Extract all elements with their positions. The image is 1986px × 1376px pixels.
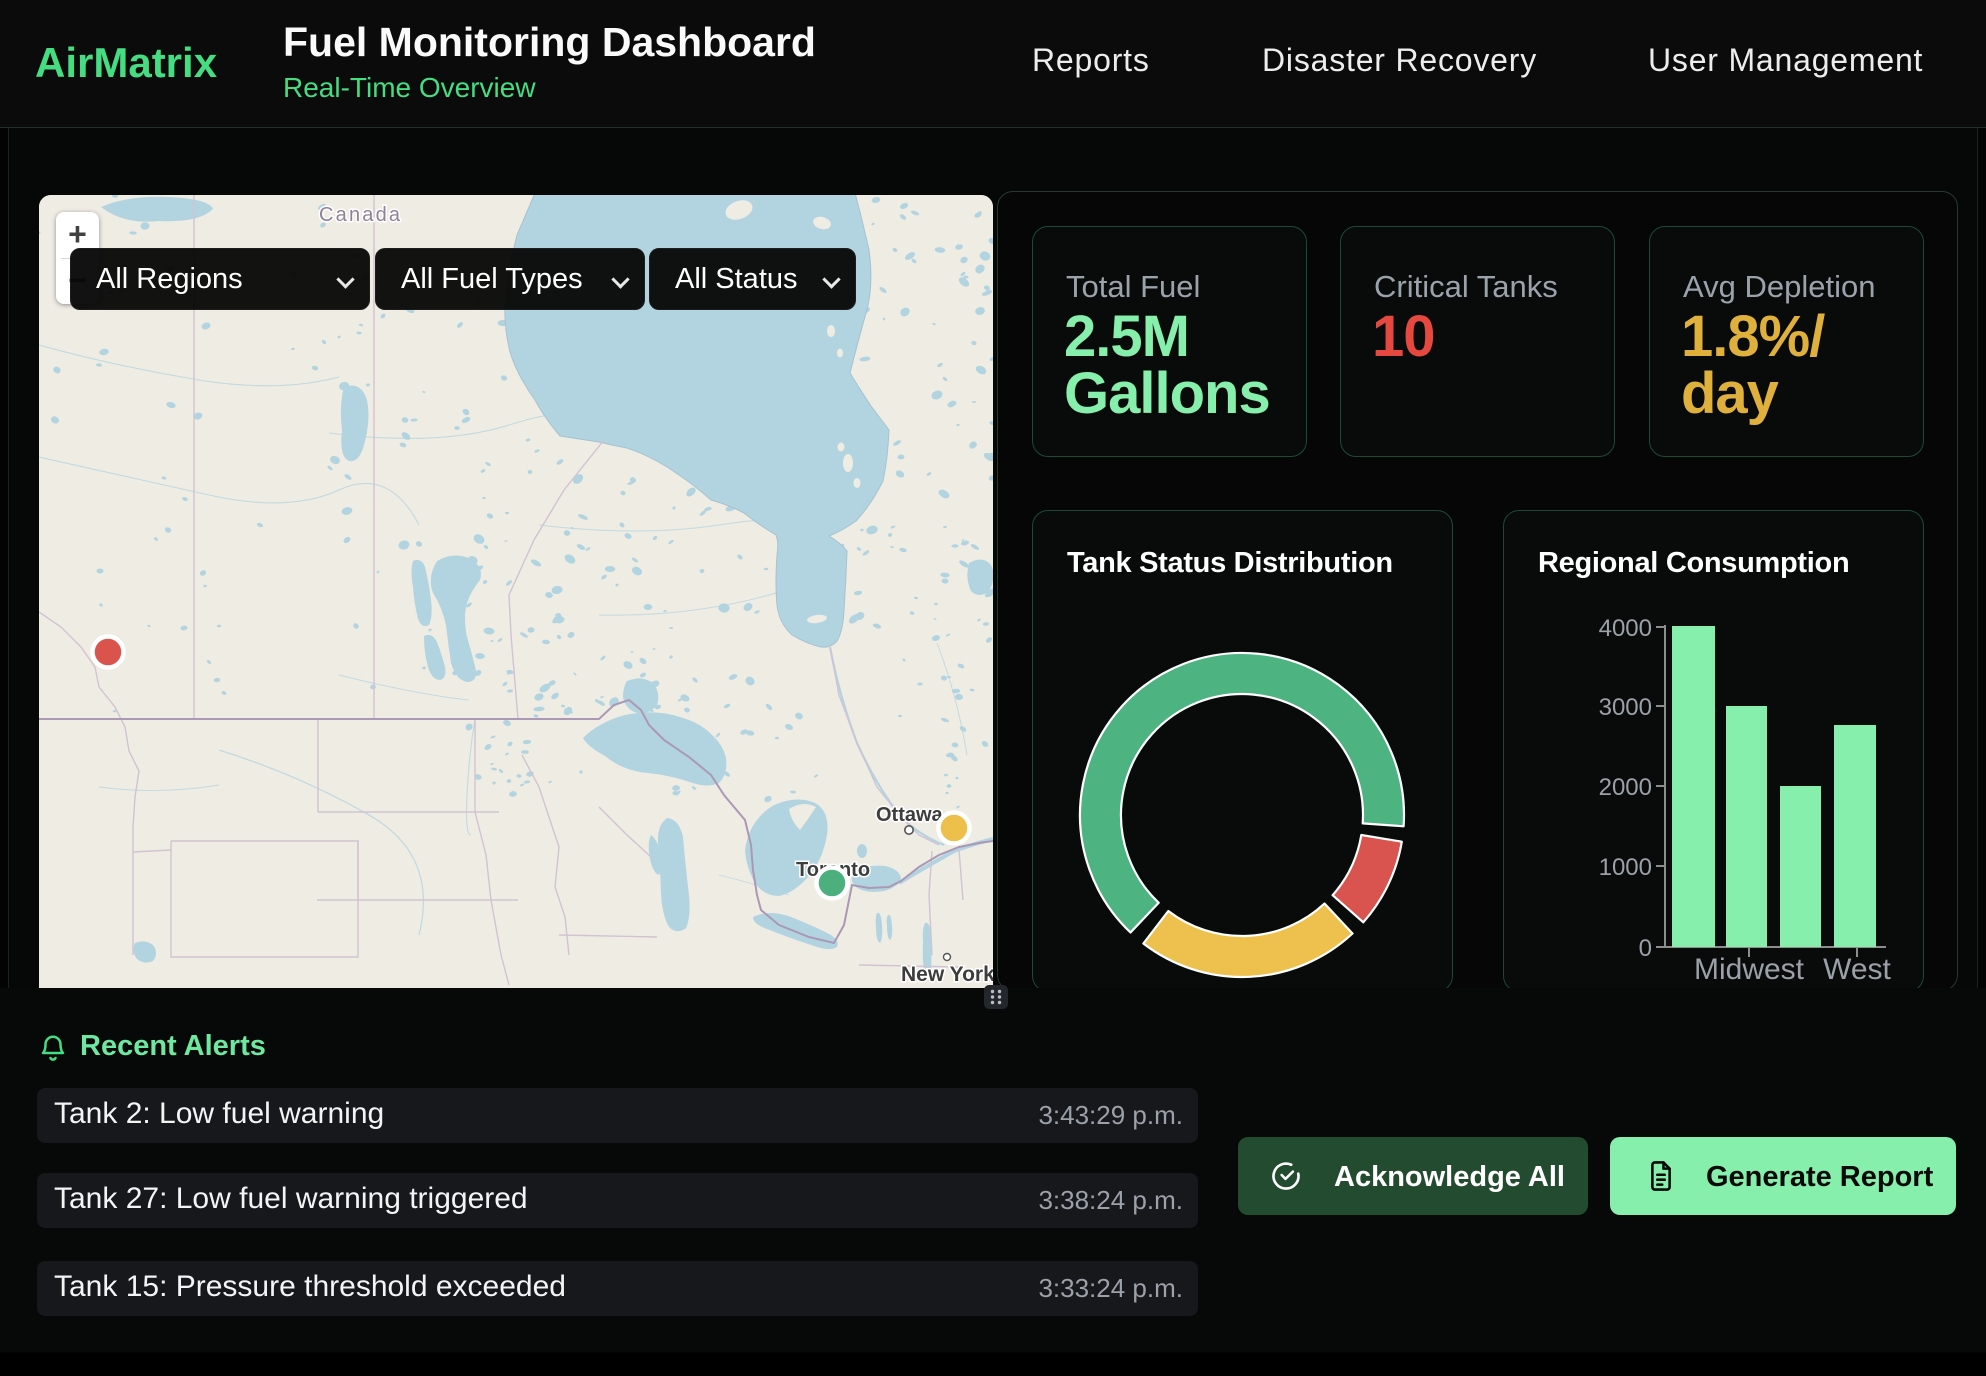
svg-text:Midwest: Midwest [1694, 953, 1805, 986]
svg-text:New York: New York [901, 963, 993, 986]
svg-text:Canada: Canada [319, 204, 402, 226]
svg-text:0: 0 [1639, 935, 1652, 962]
svg-text:4000: 4000 [1599, 615, 1652, 642]
svg-text:1000: 1000 [1599, 854, 1652, 881]
svg-text:Ottawa: Ottawa [876, 804, 944, 826]
svg-text:3000: 3000 [1599, 694, 1652, 721]
svg-text:West: West [1823, 953, 1891, 986]
svg-text:2000: 2000 [1599, 774, 1652, 801]
